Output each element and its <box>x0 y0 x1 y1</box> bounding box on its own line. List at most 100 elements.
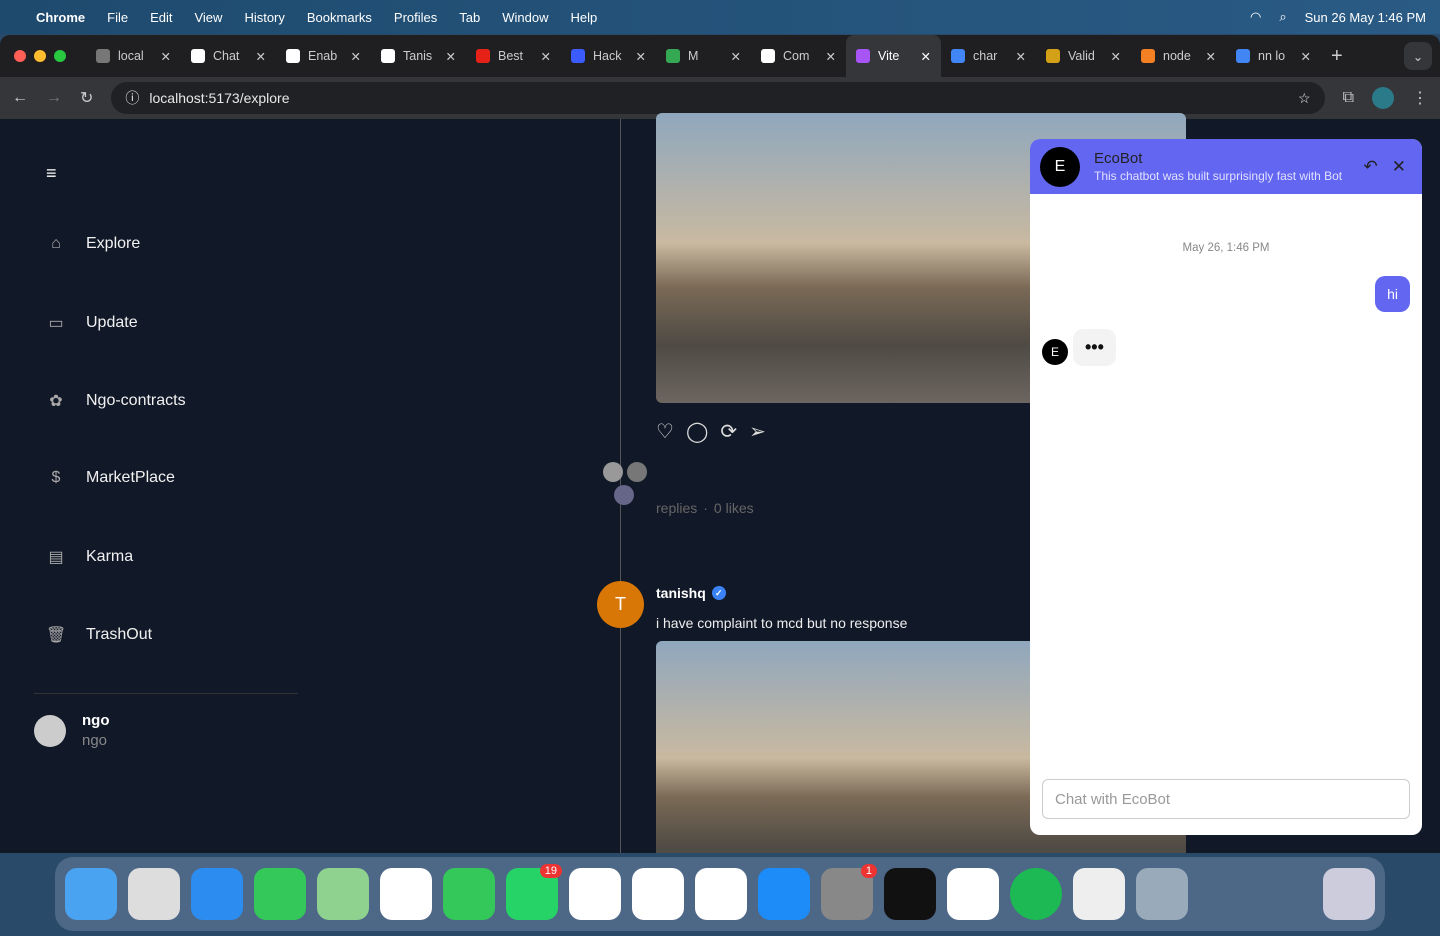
tab-local[interactable]: local ✕ <box>86 35 181 77</box>
forward-button[interactable]: → <box>46 89 62 107</box>
tab-char[interactable]: char ✕ <box>941 35 1036 77</box>
dock-chrome[interactable] <box>632 868 684 920</box>
menu-profiles[interactable]: Profiles <box>394 10 437 25</box>
menu-tab[interactable]: Tab <box>459 10 480 25</box>
profile-avatar[interactable] <box>1372 87 1394 109</box>
tab-close-icon[interactable]: ✕ <box>1016 49 1026 64</box>
chat-input[interactable] <box>1042 779 1410 819</box>
tab-com[interactable]: Com ✕ <box>751 35 846 77</box>
dock-system-settings[interactable]: 1 <box>821 864 877 920</box>
bookmark-star-icon[interactable]: ☆ <box>1298 90 1311 107</box>
extensions-icon[interactable]: ⧉ <box>1343 89 1354 107</box>
sidebar-item-trashout[interactable]: 🗑 TrashOut <box>46 625 152 645</box>
tab-tanis[interactable]: Tanis ✕ <box>371 35 466 77</box>
tab-favicon-icon <box>571 49 585 63</box>
tab-close-icon[interactable]: ✕ <box>1206 49 1216 64</box>
share-icon[interactable]: ➢ <box>749 419 766 444</box>
sidebar-item-label: MarketPlace <box>86 469 175 486</box>
dock-textedit[interactable] <box>1073 868 1125 920</box>
dock-preview[interactable] <box>1136 868 1188 920</box>
tab-close-icon[interactable]: ✕ <box>161 49 171 64</box>
tab-close-icon[interactable]: ✕ <box>256 49 266 64</box>
tab-hack[interactable]: Hack ✕ <box>561 35 656 77</box>
tab-title: Enab <box>308 49 338 63</box>
menu-view[interactable]: View <box>194 10 222 25</box>
dock-app-store[interactable] <box>758 868 810 920</box>
dock-maps[interactable] <box>317 868 369 920</box>
sidebar-item-update[interactable]: ▭ Update <box>46 313 137 333</box>
menu-file[interactable]: File <box>107 10 128 25</box>
more-menu-icon[interactable]: ⋮ <box>1412 88 1428 108</box>
author-avatar[interactable]: T <box>597 581 644 628</box>
dock-vscode[interactable] <box>569 868 621 920</box>
tab-search-button[interactable]: ⌄ <box>1404 42 1432 70</box>
minimize-window-button[interactable] <box>34 50 46 62</box>
sidebar-item-ngo-contracts[interactable]: ✿ Ngo-contracts <box>46 391 185 411</box>
tab-favicon-icon <box>951 49 965 63</box>
sidebar-item-explore[interactable]: ⌂ Explore <box>46 235 140 253</box>
tab-vite[interactable]: Vite ✕ <box>846 35 941 77</box>
back-button[interactable]: ← <box>12 89 28 107</box>
new-tab-button[interactable]: + <box>1331 45 1343 68</box>
tab-m[interactable]: M ✕ <box>656 35 751 77</box>
wifi-icon[interactable]: ◠ <box>1250 9 1261 25</box>
author-name[interactable]: tanishq <box>656 585 706 601</box>
dock-brave[interactable] <box>695 868 747 920</box>
tab-close-icon[interactable]: ✕ <box>446 49 456 64</box>
tab-close-icon[interactable]: ✕ <box>351 49 361 64</box>
tab-favicon-icon <box>1141 49 1155 63</box>
dock-mongodb[interactable] <box>947 868 999 920</box>
sidebar-item-marketplace[interactable]: $ MarketPlace <box>46 469 175 487</box>
dock-spotify[interactable] <box>1010 868 1062 920</box>
close-icon[interactable]: ✕ <box>1392 157 1406 177</box>
menu-bookmarks[interactable]: Bookmarks <box>307 10 372 25</box>
menu-help[interactable]: Help <box>571 10 598 25</box>
dock-launchpad[interactable] <box>128 868 180 920</box>
user-message: hi <box>1375 276 1410 312</box>
site-info-icon[interactable]: ⓘ <box>125 88 139 108</box>
user-profile[interactable]: ngo ngo <box>34 712 110 749</box>
notification-badge: 19 <box>539 864 562 878</box>
restart-icon[interactable]: ↶ <box>1364 157 1378 177</box>
hamburger-menu-icon[interactable]: ≡ <box>46 163 57 184</box>
tab-node[interactable]: node ✕ <box>1131 35 1226 77</box>
close-window-button[interactable] <box>14 50 26 62</box>
replies-link[interactable]: replies <box>656 500 697 516</box>
dock-safari[interactable] <box>191 868 243 920</box>
dock-messages[interactable] <box>254 868 306 920</box>
tab-enab[interactable]: Enab ✕ <box>276 35 371 77</box>
tab-close-icon[interactable]: ✕ <box>636 49 646 64</box>
dock-terminal[interactable] <box>884 868 936 920</box>
reload-button[interactable]: ↻ <box>80 88 93 108</box>
tab-best[interactable]: Best ✕ <box>466 35 561 77</box>
tab-close-icon[interactable]: ✕ <box>731 49 741 64</box>
dock-photos[interactable] <box>380 868 432 920</box>
menu-window[interactable]: Window <box>502 10 548 25</box>
dock-facetime[interactable] <box>443 868 495 920</box>
tab-chat[interactable]: Chat ✕ <box>181 35 276 77</box>
tab-close-icon[interactable]: ✕ <box>541 49 551 64</box>
zoom-window-button[interactable] <box>54 50 66 62</box>
tab-close-icon[interactable]: ✕ <box>1301 49 1311 64</box>
address-bar[interactable]: ⓘ localhost:5173/explore ☆ <box>111 82 1325 114</box>
tab-valid[interactable]: Valid ✕ <box>1036 35 1131 77</box>
sidebar-item-karma[interactable]: ▤ Karma <box>46 547 133 567</box>
dock-finder[interactable] <box>65 868 117 920</box>
dock-whatsapp[interactable]: 19 <box>506 864 562 920</box>
dock-trash[interactable] <box>1323 868 1375 920</box>
repost-icon[interactable]: ⟳ <box>720 419 737 444</box>
search-icon[interactable]: ⌕ <box>1279 9 1286 25</box>
menu-history[interactable]: History <box>244 10 284 25</box>
tab-close-icon[interactable]: ✕ <box>921 49 931 64</box>
likes-count[interactable]: 0 likes <box>714 500 754 516</box>
clock[interactable]: Sun 26 May 1:46 PM <box>1305 10 1426 25</box>
like-icon[interactable]: ♡ <box>656 419 674 444</box>
trash-icon: 🗑 <box>46 627 67 644</box>
url-text[interactable]: localhost:5173/explore <box>149 90 289 106</box>
tab-close-icon[interactable]: ✕ <box>826 49 836 64</box>
comment-icon[interactable]: ◯ <box>686 419 708 444</box>
tab-nn-lo[interactable]: nn lo ✕ <box>1226 35 1321 77</box>
tab-close-icon[interactable]: ✕ <box>1111 49 1121 64</box>
menu-edit[interactable]: Edit <box>150 10 172 25</box>
menu-app[interactable]: Chrome <box>36 10 85 25</box>
